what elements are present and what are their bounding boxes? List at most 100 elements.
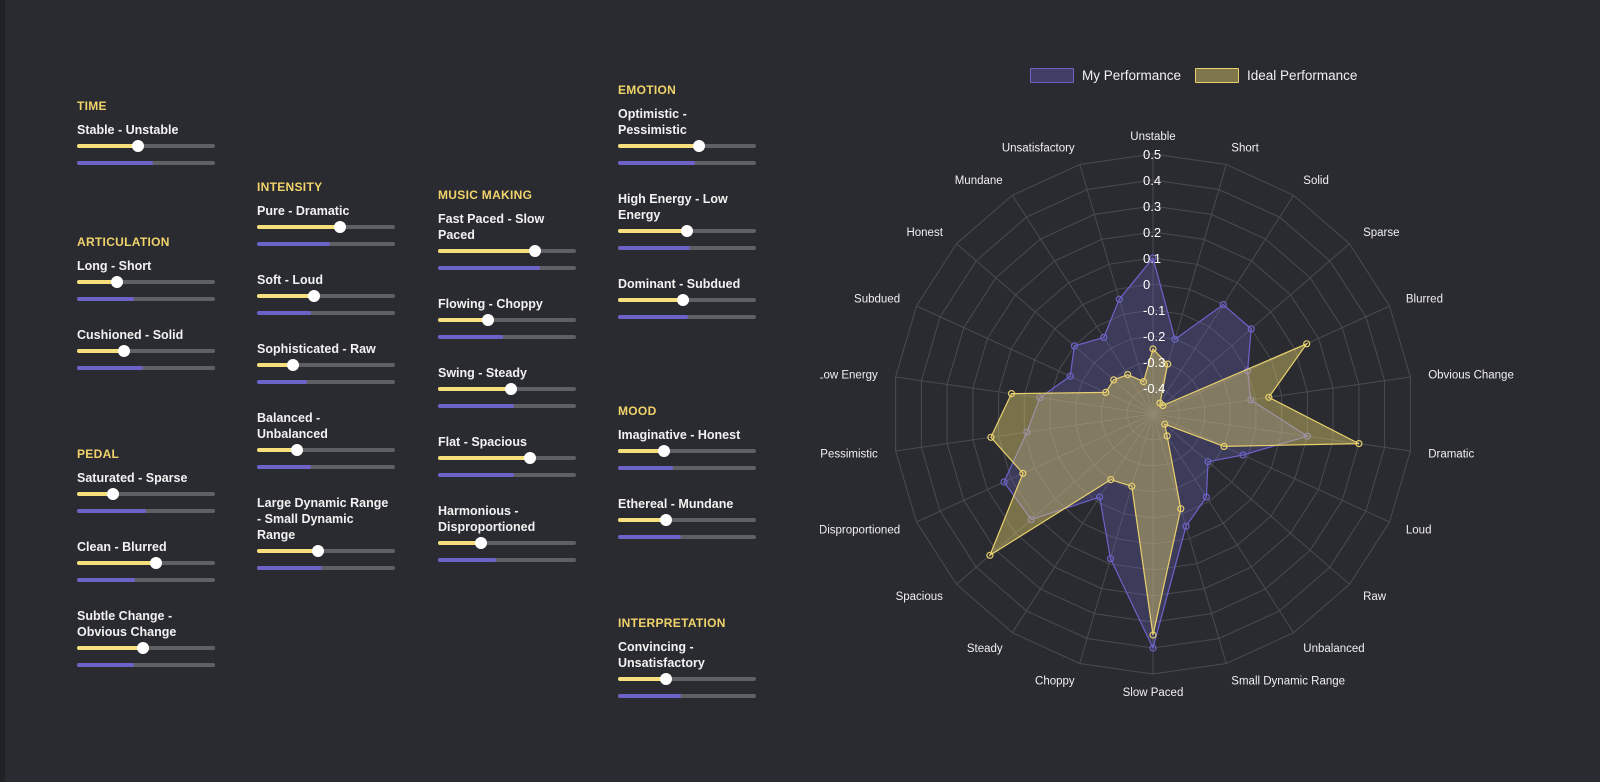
slider-track[interactable] — [77, 642, 215, 654]
compare-fill — [77, 366, 144, 370]
radial-tick-label: 0.1 — [1143, 251, 1161, 266]
compare-fill — [618, 466, 674, 470]
slider-thumb[interactable] — [505, 383, 518, 395]
slider-thumb[interactable] — [137, 642, 150, 654]
compare-bar — [618, 161, 756, 165]
slider-track[interactable] — [618, 514, 756, 526]
slider-track[interactable] — [618, 294, 756, 306]
slider-thumb[interactable] — [693, 140, 706, 152]
slider-track[interactable] — [618, 445, 756, 457]
slider-thumb[interactable] — [681, 225, 693, 237]
slider-thumb[interactable] — [660, 673, 673, 685]
compare-bar — [77, 366, 215, 370]
compare-fill — [618, 315, 689, 319]
slider-thumb[interactable] — [660, 514, 673, 526]
slider-label: High Energy - Low Energy — [618, 192, 728, 222]
compare-bar — [257, 566, 395, 570]
slider-track[interactable] — [438, 245, 576, 257]
slider-label: Stable - Unstable — [77, 123, 179, 137]
slider-track[interactable] — [77, 488, 215, 500]
slider-label: Optimistic - Pessimistic — [618, 107, 687, 137]
slider-thumb[interactable] — [286, 359, 299, 371]
slider-fill — [77, 561, 156, 565]
slider-track[interactable] — [438, 383, 576, 395]
radial-tick-label: -0.1 — [1143, 303, 1165, 318]
section-title-mood: MOOD — [618, 404, 657, 418]
slider-fill — [618, 229, 687, 233]
slider-label: Sophisticated - Raw — [257, 342, 376, 356]
axis-label: Solid — [1303, 175, 1329, 187]
slider-label: Saturated - Sparse — [77, 471, 188, 485]
slider-track[interactable] — [438, 537, 576, 549]
radial-tick-label: 0 — [1143, 277, 1150, 292]
axis-label: Raw — [1363, 591, 1387, 603]
window-edge — [0, 0, 5, 782]
slider-track[interactable] — [257, 545, 395, 557]
slider-track[interactable] — [77, 345, 215, 357]
slider-track[interactable] — [257, 290, 395, 302]
section-title-emotion: EMOTION — [618, 83, 677, 97]
slider-thumb[interactable] — [474, 537, 487, 549]
slider-thumb[interactable] — [481, 314, 494, 326]
slider-fill — [438, 456, 531, 460]
section-title-music-making: MUSIC MAKING — [438, 188, 533, 202]
slider-track[interactable] — [257, 221, 395, 233]
slider-stable-unstable: Stable - Unstable — [77, 122, 215, 165]
slider-track[interactable] — [438, 314, 576, 326]
compare-bar — [438, 404, 576, 408]
slider-thumb[interactable] — [111, 276, 124, 288]
slider-track[interactable] — [77, 557, 215, 569]
slider-flat-spacious: Flat - Spacious — [438, 434, 576, 477]
section-interpretation: INTERPRETATION Convincing - Unsatisfacto… — [618, 616, 756, 698]
slider-balanced-unbalanced: Balanced - Unbalanced — [257, 410, 395, 469]
slider-track[interactable] — [77, 140, 215, 152]
slider-label: Fast Paced - Slow Paced — [438, 212, 545, 242]
slider-label: Dominant - Subdued — [618, 277, 741, 291]
slider-thumb[interactable] — [333, 221, 346, 233]
axis-label: Short — [1231, 142, 1259, 154]
slider-thumb[interactable] — [676, 294, 689, 306]
slider-thumb[interactable] — [307, 290, 320, 302]
compare-bar — [257, 380, 395, 384]
slider-track[interactable] — [618, 225, 756, 237]
slider-track[interactable] — [618, 673, 756, 685]
slider-thumb[interactable] — [131, 140, 144, 152]
slider-thumb[interactable] — [117, 345, 130, 357]
compare-fill — [77, 297, 134, 301]
slider-track[interactable] — [257, 444, 395, 456]
slider-label: Large Dynamic Range - Small Dynamic Rang… — [257, 496, 389, 542]
compare-fill — [257, 311, 311, 315]
slider-label: Flat - Spacious — [438, 435, 527, 449]
section-title-pedal: PEDAL — [77, 447, 120, 461]
compare-fill — [257, 465, 311, 469]
slider-track[interactable] — [77, 276, 215, 288]
section-time: TIME Stable - Unstable — [77, 99, 215, 165]
compare-fill — [257, 242, 331, 246]
compare-fill — [618, 246, 690, 250]
slider-label: Harmonious - Disproportioned — [438, 504, 536, 534]
section-title-time: TIME — [77, 99, 107, 113]
compare-fill — [77, 509, 146, 513]
compare-bar — [438, 473, 576, 477]
compare-bar — [438, 266, 576, 270]
axis-label: Unbalanced — [1303, 643, 1364, 655]
slider-track[interactable] — [438, 452, 576, 464]
slider-thumb[interactable] — [524, 452, 537, 464]
compare-bar — [77, 297, 215, 301]
slider-harmonious-disproportioned: Harmonious - Disproportioned — [438, 503, 576, 562]
radial-tick-label: 0.4 — [1143, 173, 1161, 188]
slider-thumb[interactable] — [149, 557, 162, 569]
slider-thumb[interactable] — [528, 245, 541, 257]
section-title-intensity: INTENSITY — [257, 180, 323, 194]
slider-thumb[interactable] — [291, 444, 304, 456]
slider-thumb[interactable] — [106, 488, 119, 500]
section-articulation: ARTICULATION Long - Short Cushioned - So… — [77, 235, 215, 370]
slider-track[interactable] — [257, 359, 395, 371]
compare-fill — [77, 161, 153, 165]
slider-flowing-choppy: Flowing - Choppy — [438, 296, 576, 339]
slider-track[interactable] — [618, 140, 756, 152]
slider-thumb[interactable] — [311, 545, 324, 557]
axis-label: Low Energy — [820, 369, 878, 381]
slider-thumb[interactable] — [657, 445, 670, 457]
compare-bar — [257, 465, 395, 469]
